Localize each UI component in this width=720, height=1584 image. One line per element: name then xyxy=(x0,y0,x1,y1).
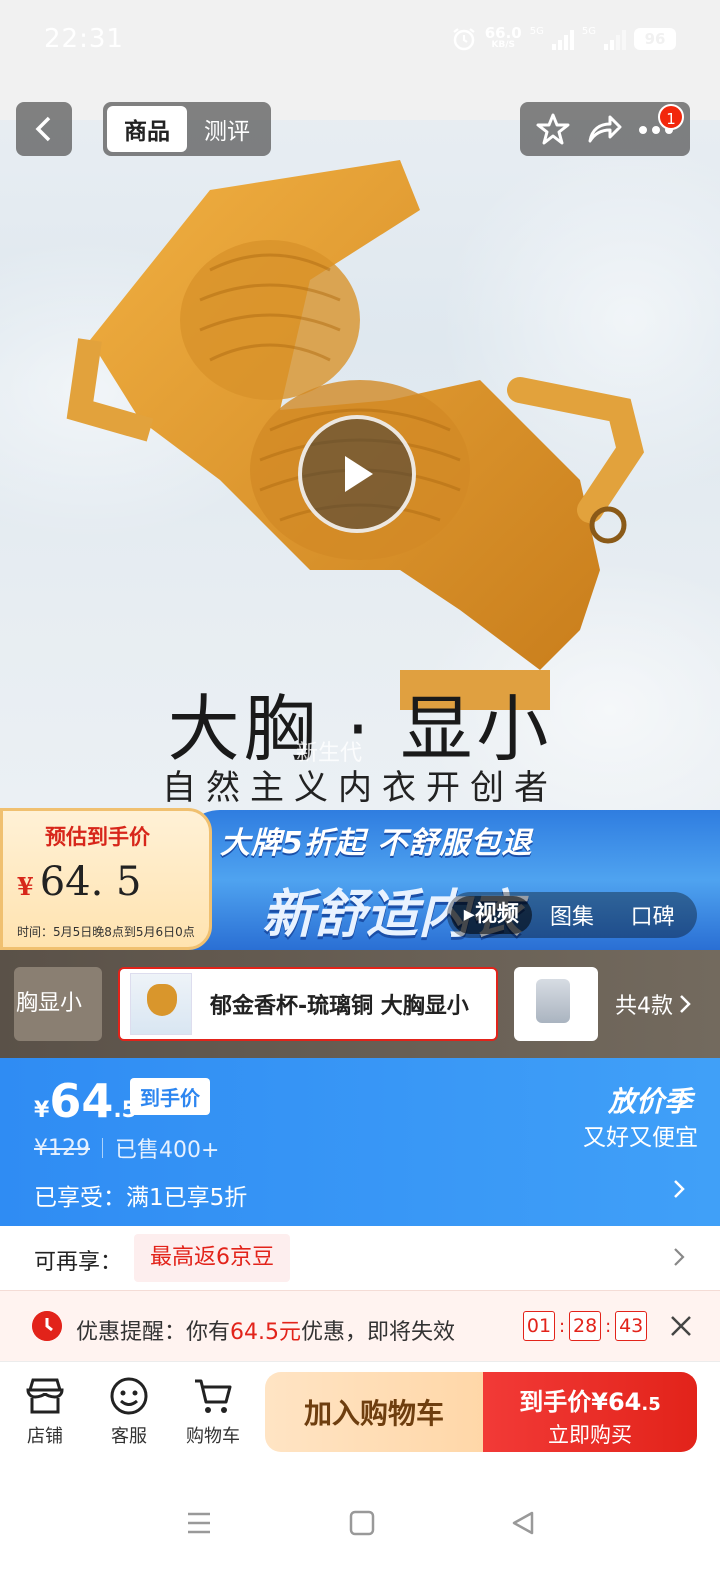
status-bar: 22:31 66.0 KB/S 5G 5G 96 xyxy=(0,0,720,80)
play-video-button[interactable] xyxy=(298,415,416,533)
home-square-icon[interactable] xyxy=(349,1510,375,1536)
tab-word-of-mouth[interactable]: 口碑 xyxy=(612,899,693,931)
back-triangle-icon[interactable] xyxy=(510,1510,536,1536)
tab-review[interactable]: 测评 xyxy=(187,106,267,152)
system-navigation-bar xyxy=(0,1474,720,1584)
bottom-action-bar: 店铺 客服 购物车 加入购物车 到手价¥64.5 立即购买 xyxy=(0,1362,720,1474)
chat-face-icon xyxy=(110,1377,148,1415)
hero-subline: 自然主义内衣开创者 xyxy=(162,768,558,808)
countdown-hours: 01 xyxy=(523,1311,555,1341)
customer-service-button[interactable]: 客服 xyxy=(94,1376,164,1448)
add-to-cart-button[interactable]: 加入购物车 xyxy=(265,1372,483,1452)
sku-option-next[interactable] xyxy=(514,967,598,1041)
sim2-label: 5G xyxy=(581,26,596,37)
sku-selector: 胸显小 郁金香杯-琉璃铜 大胸显小 共4款 xyxy=(0,950,720,1058)
countdown-timer: 01 : 28 : 43 xyxy=(523,1311,648,1341)
extra-benefit-label: 可再享： xyxy=(34,1250,123,1275)
media-tabs: ▸视频 图集 口碑 xyxy=(447,892,697,938)
star-favorite-icon[interactable] xyxy=(536,112,570,146)
countdown-seconds: 43 xyxy=(615,1311,648,1341)
status-icons: 66.0 KB/S 5G 5G 96 xyxy=(451,26,676,52)
sku-option-prev[interactable]: 胸显小 xyxy=(14,967,102,1041)
header-actions: 1 xyxy=(520,102,690,156)
notification-badge: 1 xyxy=(658,103,684,130)
countdown-minutes: 28 xyxy=(569,1311,602,1341)
sim1-label: 5G xyxy=(529,26,544,37)
tab-video[interactable]: ▸视频 xyxy=(451,896,532,934)
alarm-icon xyxy=(453,28,475,51)
price-tag: 到手价 xyxy=(130,1078,210,1115)
sku-thumbnail xyxy=(130,973,192,1035)
buy-now-label: 立即购买 xyxy=(548,1423,632,1447)
original-price: ¥129 xyxy=(34,1135,90,1161)
price-section: ¥ 64 .5 到手价 ¥129 已售400+ 放价季 又好又便宜 已享受：满1… xyxy=(0,1058,720,1226)
season-title: 放价季 xyxy=(607,1085,692,1118)
signal-icon xyxy=(604,28,626,50)
menu-icon[interactable] xyxy=(186,1510,212,1536)
promo-slogan: 大牌5折起 不舒服包退 xyxy=(220,826,533,861)
discount-info[interactable]: 已享受：满1已享5折 xyxy=(34,1178,247,1212)
sku-name: 郁金香杯-琉璃铜 大胸显小 xyxy=(210,994,469,1019)
est-price-title: 预估到手价 xyxy=(45,825,150,849)
extra-benefit-row[interactable]: 可再享： 最高返6京豆 xyxy=(0,1226,720,1290)
signal-icon xyxy=(551,28,574,50)
cart-button[interactable]: 购物车 xyxy=(178,1376,248,1448)
est-price-value: ¥64. 5 xyxy=(17,859,142,905)
net-speed: 66.0 KB/S xyxy=(484,24,522,51)
estimated-price-card: 预估到手价 ¥64. 5 时间：5月5日晚8点到5月6日0点 xyxy=(0,808,212,950)
buy-now-price: 到手价¥64.5 xyxy=(519,1388,661,1416)
chevron-right-icon xyxy=(674,1248,685,1266)
page-tabs: 商品 测评 xyxy=(103,102,271,156)
original-price-row: ¥129 已售400+ xyxy=(34,1132,219,1164)
close-icon[interactable] xyxy=(666,1311,696,1341)
sold-count: 已售400+ xyxy=(115,1138,220,1163)
more-menu-button[interactable]: 1 xyxy=(638,103,684,139)
play-icon xyxy=(345,456,373,492)
chevron-right-icon xyxy=(680,995,691,1013)
chevron-left-icon xyxy=(35,116,51,142)
status-time: 22:31 xyxy=(44,24,124,54)
store-icon xyxy=(26,1378,64,1414)
chevron-right-icon[interactable] xyxy=(672,1178,686,1200)
product-hero[interactable]: 大胸 · 显小 新生代 自然主义内衣开创者 商品 测评 1 大牌5折起 不舒服包… xyxy=(0,80,720,950)
sku-count-link[interactable]: 共4款 xyxy=(615,988,691,1020)
sku-option-active[interactable]: 郁金香杯-琉璃铜 大胸显小 xyxy=(118,967,498,1041)
bean-reward-chip: 最高返6京豆 xyxy=(134,1234,290,1282)
tab-gallery[interactable]: 图集 xyxy=(532,899,613,931)
season-subtitle: 又好又便宜 xyxy=(583,1125,698,1151)
est-price-time: 时间：5月5日晚8点到5月6日0点 xyxy=(17,925,195,939)
tab-product[interactable]: 商品 xyxy=(107,106,187,152)
coupon-reminder-bar: 优惠提醒：你有64.5元优惠，即将失效 01 : 28 : 43 xyxy=(0,1290,720,1362)
final-price: ¥ 64 .5 xyxy=(34,1074,137,1128)
buy-now-button[interactable]: 到手价¥64.5 立即购买 xyxy=(483,1372,697,1452)
shopping-cart-icon xyxy=(195,1379,232,1413)
store-button[interactable]: 店铺 xyxy=(10,1376,80,1448)
battery-icon: 96 xyxy=(634,28,676,50)
share-icon[interactable] xyxy=(586,113,622,145)
reminder-text: 优惠提醒：你有64.5元优惠，即将失效 xyxy=(76,1320,456,1345)
back-button[interactable] xyxy=(16,102,72,156)
clock-icon xyxy=(32,1311,62,1341)
